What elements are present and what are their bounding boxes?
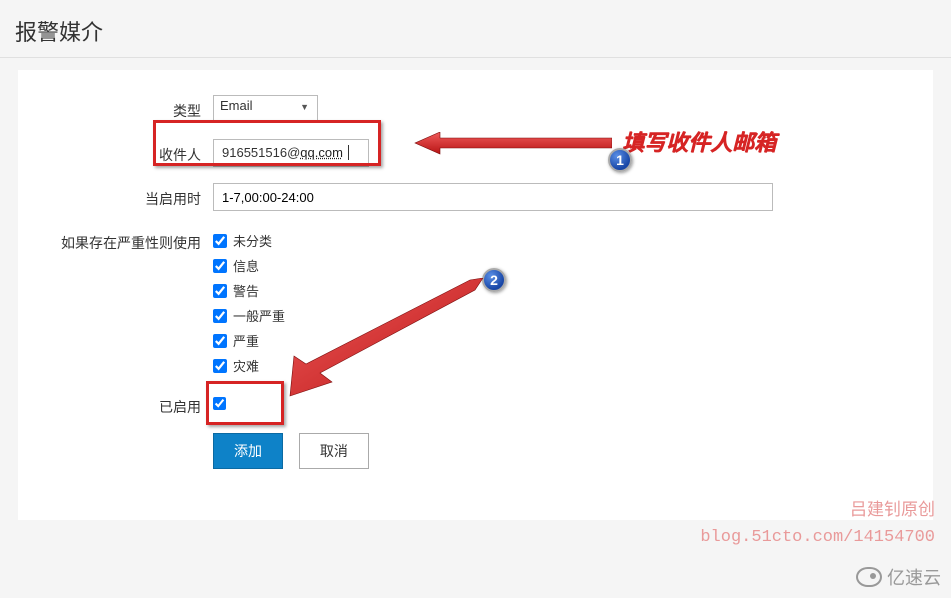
- badge-2: 2: [482, 268, 506, 292]
- media-form: 类型 Email 收件人 916551516@qq.com 当启用时 如果存在严…: [18, 70, 933, 520]
- watermark-line1: 吕建钊原创: [700, 499, 935, 525]
- type-value: Email: [220, 98, 253, 113]
- row-severity: 如果存在严重性则使用 未分类 信息 警告 一般严重 严重 灾难: [48, 227, 903, 375]
- schedule-label: 当启用时: [48, 183, 213, 209]
- brand-text: 亿速云: [887, 564, 941, 590]
- page-title: 报警媒介: [0, 0, 951, 58]
- type-label: 类型: [48, 95, 213, 121]
- severity-label: 如果存在严重性则使用: [48, 227, 213, 253]
- row-type: 类型 Email: [48, 95, 903, 123]
- enabled-checkbox[interactable]: [213, 397, 226, 410]
- row-actions: 添加 取消: [48, 433, 903, 469]
- severity-checkbox-list: 未分类 信息 警告 一般严重 严重 灾难: [213, 227, 285, 375]
- checkbox-unclassified[interactable]: [213, 234, 227, 248]
- cancel-button[interactable]: 取消: [299, 433, 369, 469]
- badge-1: 1: [608, 148, 632, 172]
- severity-option[interactable]: 信息: [213, 256, 285, 275]
- watermark-line2: blog.51cto.com/14154700: [700, 525, 935, 551]
- schedule-input[interactable]: [213, 183, 773, 211]
- add-button[interactable]: 添加: [213, 433, 283, 469]
- recipient-label: 收件人: [48, 139, 213, 165]
- brand-watermark: 亿速云: [856, 564, 941, 590]
- severity-option[interactable]: 未分类: [213, 231, 285, 250]
- row-schedule: 当启用时: [48, 183, 903, 211]
- severity-option[interactable]: 警告: [213, 281, 285, 300]
- checkbox-info[interactable]: [213, 259, 227, 273]
- checkbox-warning[interactable]: [213, 284, 227, 298]
- severity-option[interactable]: 严重: [213, 331, 285, 350]
- checkbox-average[interactable]: [213, 309, 227, 323]
- severity-option[interactable]: 灾难: [213, 356, 285, 375]
- cloud-icon: [856, 567, 882, 587]
- checkbox-disaster[interactable]: [213, 359, 227, 373]
- recipient-input[interactable]: 916551516@qq.com: [213, 139, 369, 167]
- annotation-recipient-hint: 填写收件人邮箱: [622, 125, 776, 157]
- row-enabled: 已启用: [48, 391, 903, 417]
- recipient-domain: qq.com: [300, 145, 343, 160]
- enabled-label: 已启用: [48, 391, 213, 417]
- severity-option[interactable]: 一般严重: [213, 306, 285, 325]
- type-select[interactable]: Email: [213, 95, 318, 123]
- recipient-prefix: 916551516@: [222, 145, 300, 160]
- checkbox-high[interactable]: [213, 334, 227, 348]
- author-watermark: 吕建钊原创 blog.51cto.com/14154700: [700, 499, 935, 550]
